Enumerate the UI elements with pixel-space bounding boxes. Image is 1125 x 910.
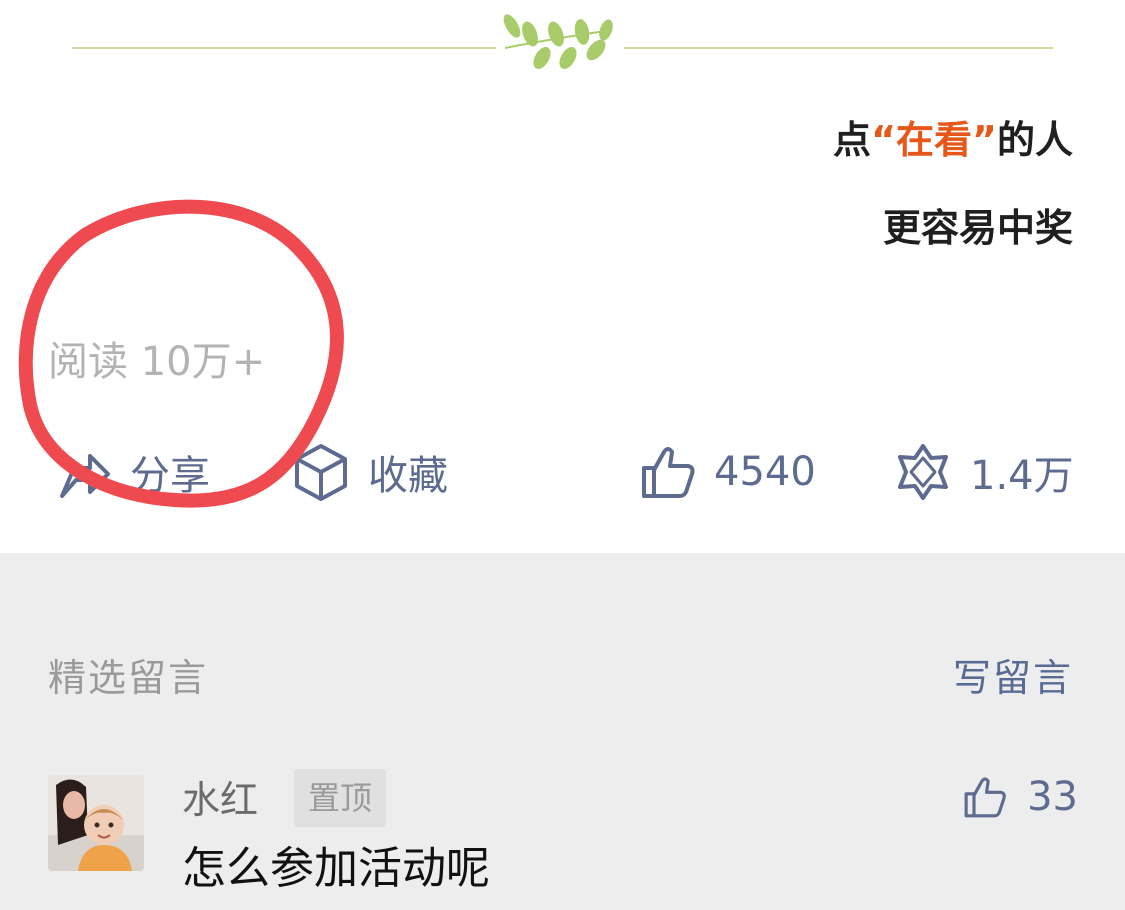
- comments-title: 精选留言: [48, 656, 209, 700]
- wow-button[interactable]: 1.4万: [894, 440, 1074, 504]
- favorite-label: 收藏: [368, 453, 448, 499]
- write-comment-button[interactable]: 写留言: [953, 653, 1073, 703]
- promo-line-2: 更容易中奖: [882, 206, 1073, 250]
- promo-accent: “在看”: [871, 118, 997, 162]
- comment-username[interactable]: 水红: [182, 775, 258, 825]
- cube-icon: [295, 444, 347, 501]
- read-count: 阅读 10万+: [48, 339, 266, 385]
- promo-line-1: 点“在看”的人: [833, 112, 1073, 168]
- leaf-divider: [72, 14, 1053, 69]
- share-icon: [60, 454, 110, 498]
- thumbs-up-icon: [642, 447, 695, 498]
- pinned-badge: 置顶: [294, 769, 387, 827]
- comments-section: 精选留言 写留言 水红 置顶 怎么参加活动呢 33: [0, 553, 1125, 910]
- wow-count: 1.4万: [970, 453, 1074, 499]
- like-button[interactable]: 4540: [640, 440, 816, 504]
- thumbs-up-icon: [964, 777, 1006, 818]
- like-count: 4540: [714, 449, 816, 495]
- share-label: 分享: [130, 453, 210, 499]
- comment-text: 怎么参加活动呢: [182, 843, 490, 894]
- leaf-icon: [503, 14, 613, 69]
- share-button[interactable]: 分享: [52, 440, 210, 504]
- avatar-image: [48, 775, 144, 871]
- promo-suffix: 的人: [996, 118, 1073, 162]
- favorite-button[interactable]: 收藏: [292, 440, 448, 504]
- wow-star-icon: [898, 444, 948, 500]
- promo-prefix: 点: [833, 118, 872, 162]
- comment-like-count: 33: [1027, 774, 1078, 820]
- comment-like-button[interactable]: 33: [963, 769, 1078, 825]
- comment-item: 水红 置顶 怎么参加活动呢 33: [48, 769, 1078, 905]
- avatar[interactable]: [48, 775, 144, 871]
